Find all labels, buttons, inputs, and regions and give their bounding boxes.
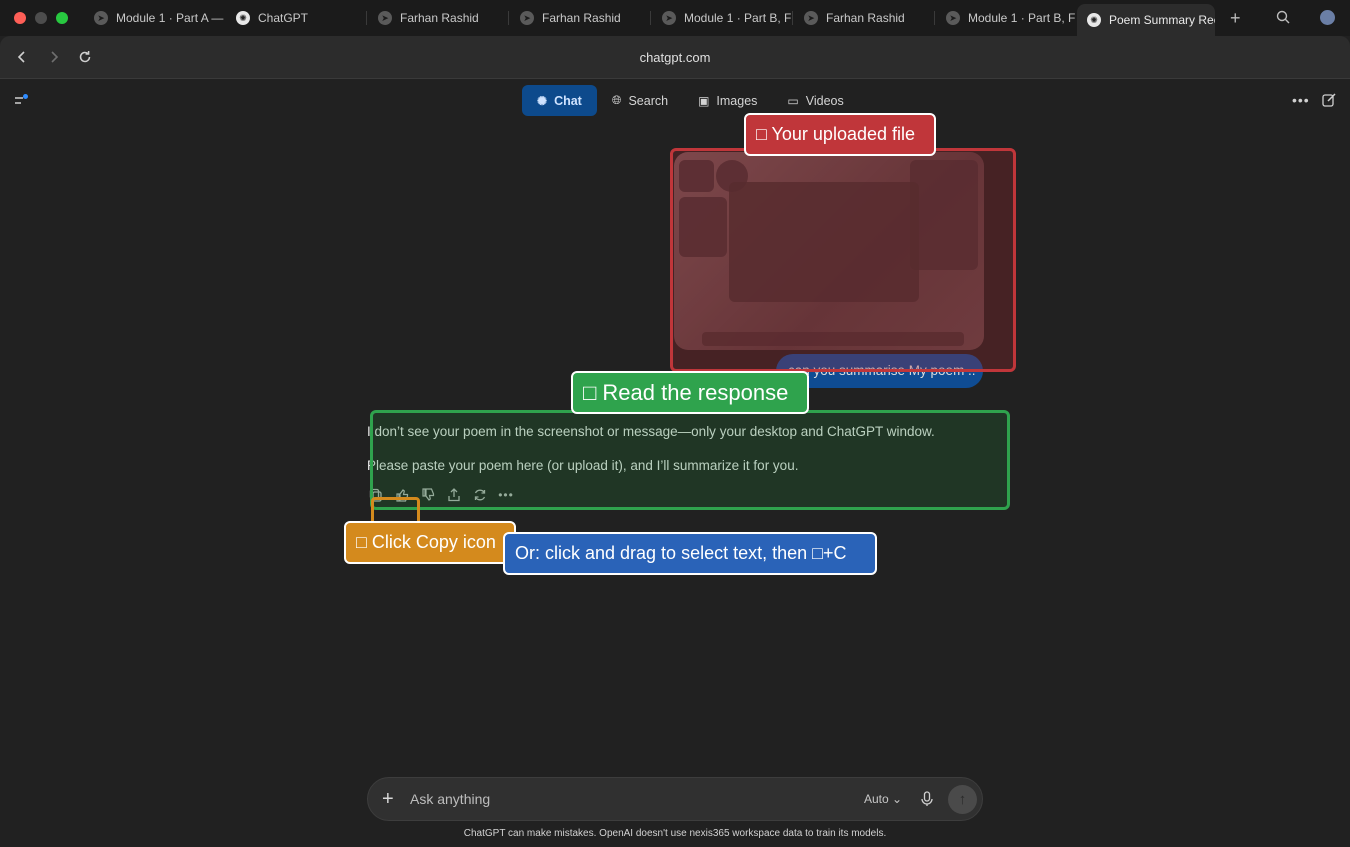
telegram-icon: ➤ [378,11,392,25]
mode-switcher: ✺ Chat 🌐︎ Search ▣ Images ▭ Videos [522,85,859,116]
tab-title: Module 1 · Part A — [116,11,224,25]
globe-icon: 🌐︎ [611,93,622,107]
telegram-icon: ➤ [804,11,818,25]
composer: + Ask anything Auto ⌄ ↑ [367,777,983,821]
telegram-icon: ➤ [662,11,676,25]
annotation-uploaded-file-label: □ Your uploaded file [744,113,936,156]
notification-dot [23,94,28,99]
close-window-button[interactable] [14,12,26,24]
mode-label: Videos [805,93,844,108]
tab-title: Farhan Rashid [542,11,621,25]
tab-title: Poem Summary Rec [1109,13,1215,27]
prompt-input[interactable]: Ask anything [410,791,490,807]
mode-chat[interactable]: ✺ Chat [522,85,597,116]
more-options-icon[interactable]: ••• [1292,92,1310,108]
telegram-icon: ➤ [946,11,960,25]
search-icon[interactable] [1276,10,1290,24]
zoom-window-button[interactable] [56,12,68,24]
minimize-window-button[interactable] [35,12,47,24]
add-attachment-icon[interactable]: + [382,788,394,811]
mode-images[interactable]: ▣ Images [683,85,772,116]
mode-label: Images [716,93,758,108]
send-button[interactable]: ↑ [948,785,977,814]
mode-videos[interactable]: ▭ Videos [772,85,858,116]
image-icon: ▣ [698,93,710,108]
chatgpt-icon: ✺ [537,93,548,108]
tab-divider [792,11,793,25]
annotation-response-box [370,410,1010,510]
browser-tab[interactable]: ➤ Farhan Rashid [794,4,934,32]
tab-divider [508,11,509,25]
tab-title: Module 1 · Part B, F [684,11,792,25]
model-selector[interactable]: Auto ⌄ [864,792,902,806]
browser-tab[interactable]: ➤ Module 1 · Part B, F [936,4,1076,32]
address-bar: chatgpt.com [0,36,1350,79]
browser-tab[interactable]: ➤ Farhan Rashid [510,4,650,32]
browser-tab-strip: ➤ Module 1 · Part A — ✺ ChatGPT ➤ Farhan… [0,0,1350,36]
telegram-icon: ➤ [520,11,534,25]
url-field[interactable]: chatgpt.com [0,50,1350,65]
telegram-icon: ➤ [94,11,108,25]
tab-title: Module 1 · Part B, F [968,11,1076,25]
mode-label: Search [628,93,669,108]
video-icon: ▭ [787,93,799,108]
arrow-up-icon: ↑ [958,791,967,808]
tab-title: Farhan Rashid [400,11,479,25]
mode-search[interactable]: 🌐︎ Search [597,85,683,116]
browser-tab[interactable]: ➤ Module 1 · Part A — [84,4,226,32]
annotation-uploaded-file-box [670,148,1016,372]
tab-divider [366,11,367,25]
browser-tab-active[interactable]: ✺ Poem Summary Rec [1077,4,1215,36]
model-label: Auto [864,792,889,806]
new-chat-icon[interactable] [1322,93,1336,107]
browser-tab[interactable]: ✺ ChatGPT [226,4,366,32]
new-tab-button[interactable]: + [1230,8,1241,29]
tab-divider [650,11,651,25]
annotation-select-text-label: Or: click and drag to select text, then … [503,532,877,575]
chatgpt-icon: ✺ [236,11,250,25]
tab-title: Farhan Rashid [826,11,905,25]
browser-tab[interactable]: ➤ Module 1 · Part B, F [652,4,792,32]
annotation-copy-icon-label: □ Click Copy icon [344,521,516,564]
annotation-read-response-label: □ Read the response [571,371,809,414]
mode-label: Chat [554,93,582,108]
tab-divider [934,11,935,25]
profile-avatar[interactable] [1320,10,1335,25]
disclaimer-text: ChatGPT can make mistakes. OpenAI doesn'… [463,828,887,839]
chevron-down-icon: ⌄ [892,792,903,806]
microphone-icon[interactable] [920,791,934,807]
tab-title: ChatGPT [258,11,309,25]
browser-tab[interactable]: ➤ Farhan Rashid [368,4,508,32]
chatgpt-icon: ✺ [1087,13,1101,27]
